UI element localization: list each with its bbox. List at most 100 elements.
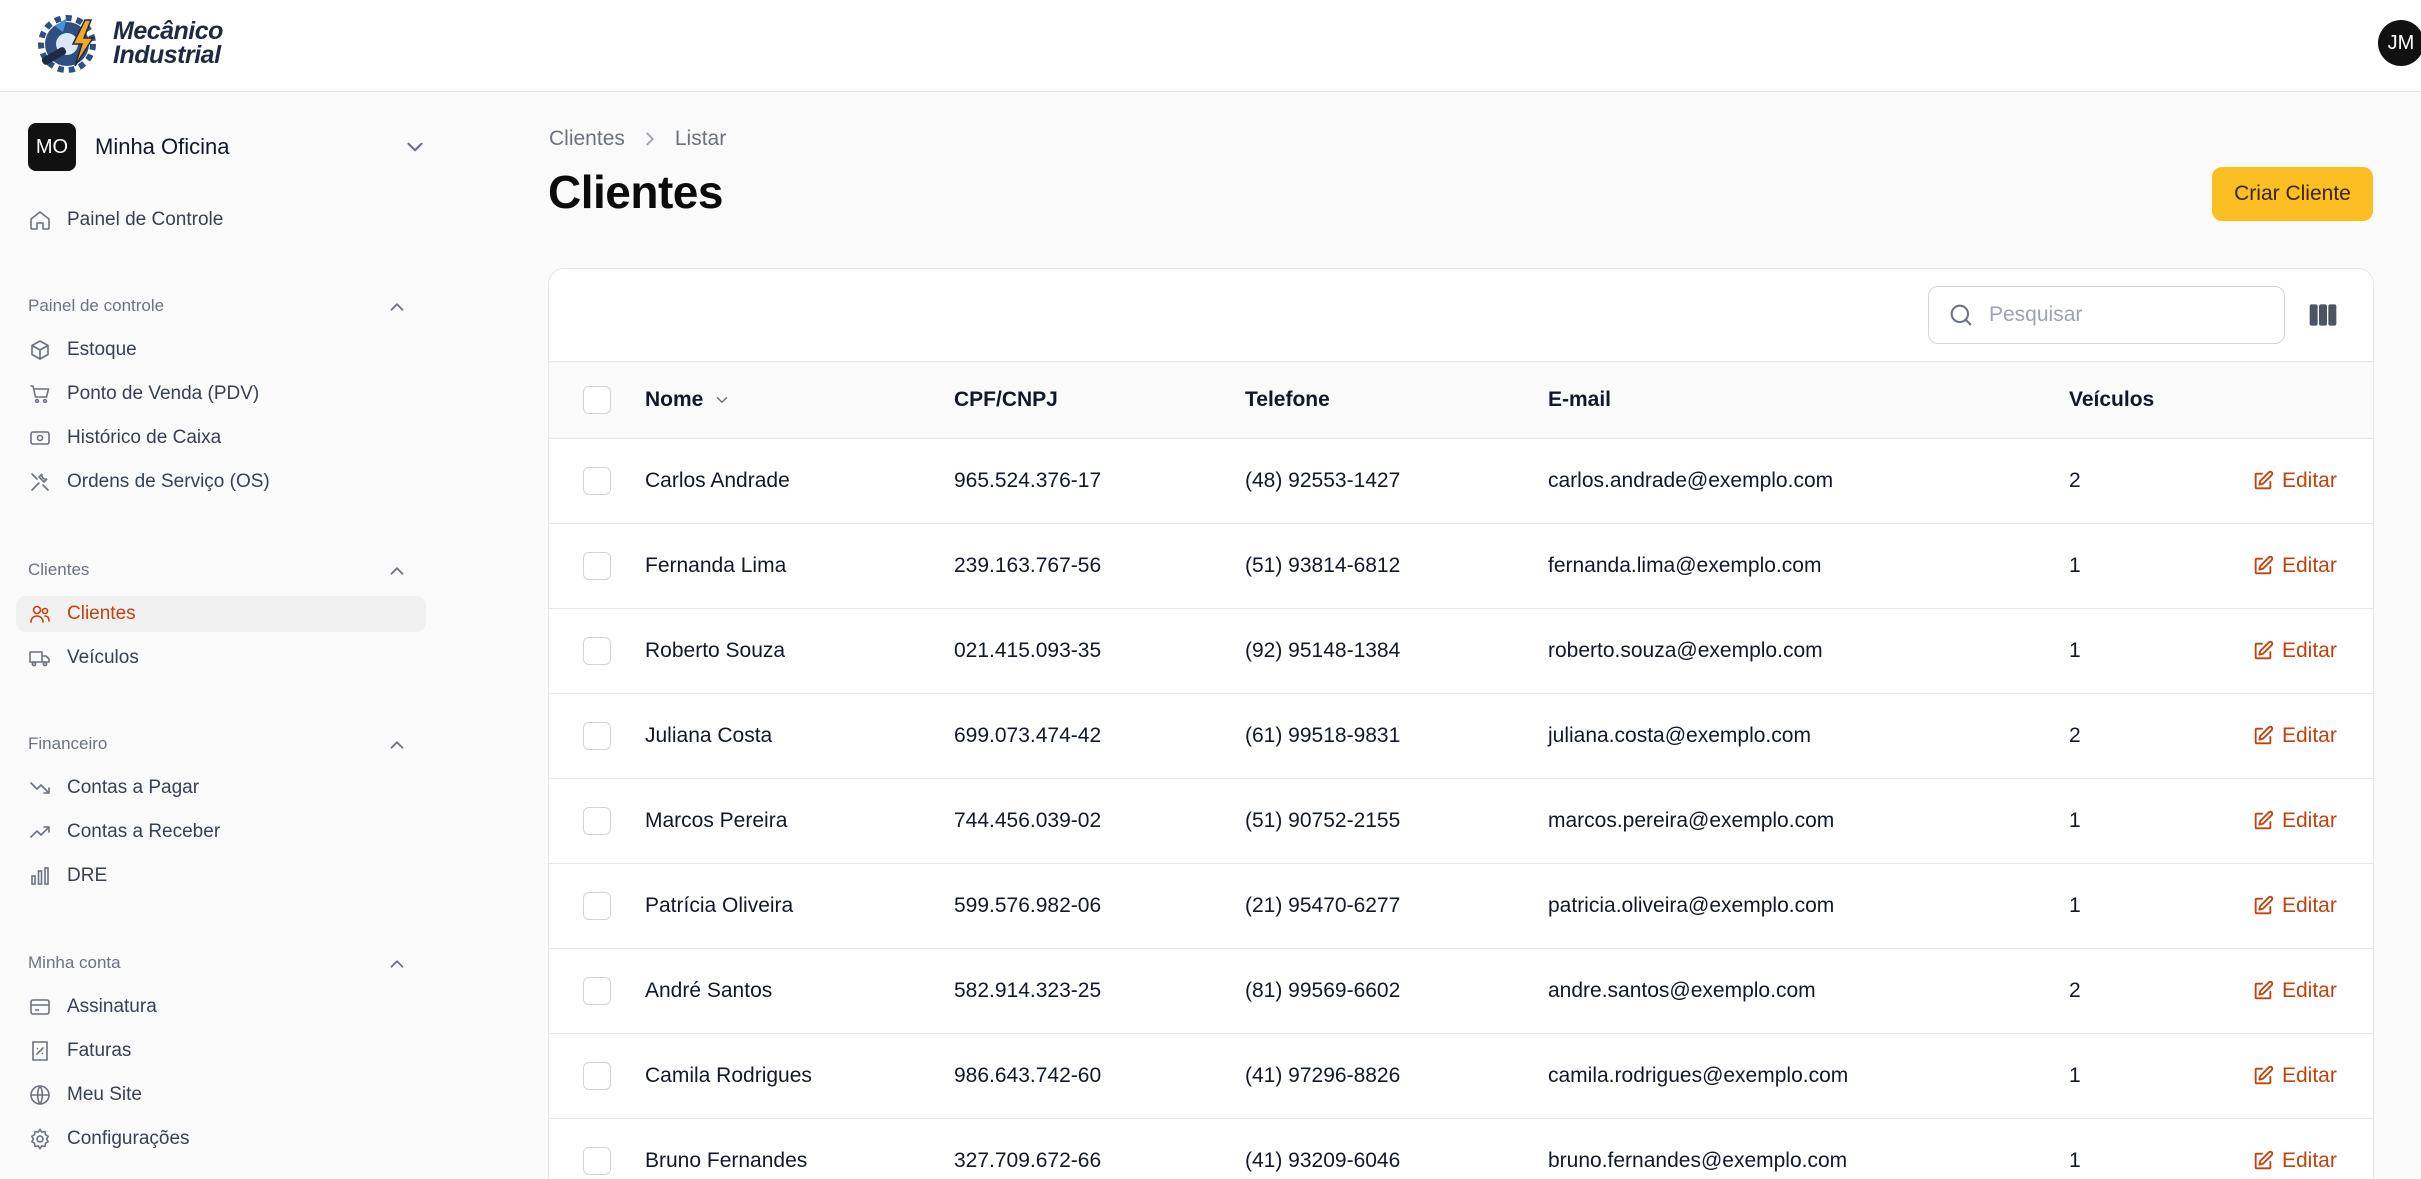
columns-toggle-icon[interactable] xyxy=(2307,299,2339,331)
sidebar-item-contas-receber[interactable]: Contas a Receber xyxy=(16,814,426,850)
sidebar-item-estoque[interactable]: Estoque xyxy=(16,332,426,368)
user-avatar[interactable]: JM xyxy=(2378,20,2421,66)
cell-cpf: 986.643.742-60 xyxy=(954,1064,1102,1087)
edit-label: Editar xyxy=(2282,469,2337,492)
sidebar-item-clientes[interactable]: Clientes xyxy=(16,596,426,632)
search-input[interactable] xyxy=(1989,303,2269,327)
org-switcher[interactable]: MO Minha Oficina xyxy=(28,122,428,172)
edit-icon xyxy=(2254,555,2274,575)
select-all-checkbox[interactable] xyxy=(583,386,611,414)
edit-label: Editar xyxy=(2282,894,2337,917)
row-checkbox[interactable] xyxy=(583,807,611,835)
row-checkbox[interactable] xyxy=(583,892,611,920)
chevron-down-icon xyxy=(717,397,728,404)
group-clientes[interactable]: Clientes xyxy=(28,560,408,580)
sidebar-item-dre[interactable]: DRE xyxy=(16,858,426,894)
group-minha-conta[interactable]: Minha conta xyxy=(28,953,408,973)
edit-button[interactable]: Editar xyxy=(2252,979,2337,1003)
table-row[interactable]: Roberto Souza 021.415.093-35 (92) 95148-… xyxy=(549,609,2373,694)
search-box[interactable] xyxy=(1928,286,2285,344)
table-row[interactable]: Marcos Pereira 744.456.039-02 (51) 90752… xyxy=(549,779,2373,864)
table-row[interactable]: Fernanda Lima 239.163.767-56 (51) 93814-… xyxy=(549,524,2373,609)
row-checkbox[interactable] xyxy=(583,467,611,495)
brand-line-2: Industrial xyxy=(113,41,221,69)
cell-veiculos: 2 xyxy=(2069,979,2081,1002)
table-row[interactable]: Bruno Fernandes 327.709.672-66 (41) 9320… xyxy=(549,1119,2373,1179)
cell-veiculos: 1 xyxy=(2069,809,2081,832)
row-checkbox[interactable] xyxy=(583,1147,611,1175)
column-header-cpf: CPF/CNPJ xyxy=(954,388,1058,411)
edit-button[interactable]: Editar xyxy=(2252,639,2337,663)
sidebar-item-historico-caixa[interactable]: Histórico de Caixa xyxy=(16,420,426,456)
cell-veiculos: 1 xyxy=(2069,1149,2081,1172)
edit-icon xyxy=(2254,725,2274,745)
users-icon xyxy=(30,605,50,623)
table-row[interactable]: Patrícia Oliveira 599.576.982-06 (21) 95… xyxy=(549,864,2373,949)
chevron-right-icon xyxy=(646,132,654,146)
cell-cpf: 744.456.039-02 xyxy=(954,809,1102,832)
table-row[interactable]: Camila Rodrigues 986.643.742-60 (41) 972… xyxy=(549,1034,2373,1119)
cell-telefone: (51) 90752-2155 xyxy=(1245,809,1401,832)
cell-telefone: (41) 97296-8826 xyxy=(1245,1064,1401,1087)
trending-up-icon xyxy=(30,826,50,838)
row-checkbox[interactable] xyxy=(583,1062,611,1090)
edit-button[interactable]: Editar xyxy=(2252,554,2337,578)
edit-button[interactable]: Editar xyxy=(2252,724,2337,748)
edit-button[interactable]: Editar xyxy=(2252,894,2337,918)
group-painel-de-controle[interactable]: Painel de controle xyxy=(28,296,408,316)
column-header-nome[interactable]: Nome xyxy=(645,388,731,412)
breadcrumb-item-clientes[interactable]: Clientes xyxy=(549,127,625,151)
create-client-button[interactable]: Criar Cliente xyxy=(2212,167,2373,221)
brand-name: Mecânico Industrial xyxy=(113,19,223,69)
globe-icon xyxy=(30,1085,50,1105)
group-financeiro[interactable]: Financeiro xyxy=(28,734,408,754)
sidebar-item-ordens-servico[interactable]: Ordens de Serviço (OS) xyxy=(16,464,426,500)
brand-logo[interactable]: Mecânico Industrial xyxy=(33,12,223,74)
edit-button[interactable]: Editar xyxy=(2252,809,2337,833)
cell-email: andre.santos@exemplo.com xyxy=(1548,979,1816,1002)
cell-email: juliana.costa@exemplo.com xyxy=(1548,724,1811,747)
cell-email: roberto.souza@exemplo.com xyxy=(1548,639,1823,662)
edit-label: Editar xyxy=(2282,1064,2337,1087)
receipt-icon xyxy=(32,1041,48,1061)
row-checkbox[interactable] xyxy=(583,722,611,750)
cell-email: fernanda.lima@exemplo.com xyxy=(1548,554,1822,577)
cell-cpf: 239.163.767-56 xyxy=(954,554,1102,577)
sidebar-item-configuracoes[interactable]: Configurações xyxy=(16,1121,426,1157)
sidebar-item-label: Contas a Receber xyxy=(67,821,221,842)
cell-nome: Carlos Andrade xyxy=(645,469,790,492)
group-label: Financeiro xyxy=(28,734,108,753)
edit-button[interactable]: Editar xyxy=(2252,1064,2337,1088)
table-row[interactable]: Juliana Costa 699.073.474-42 (61) 99518-… xyxy=(549,694,2373,779)
table-row[interactable]: André Santos 582.914.323-25 (81) 99569-6… xyxy=(549,949,2373,1034)
edit-button[interactable]: Editar xyxy=(2252,1149,2337,1173)
sidebar-item-contas-pagar[interactable]: Contas a Pagar xyxy=(16,770,426,806)
group-label: Painel de controle xyxy=(28,296,165,315)
chevron-up-icon xyxy=(390,566,404,575)
edit-label: Editar xyxy=(2282,554,2337,577)
row-checkbox[interactable] xyxy=(583,977,611,1005)
row-checkbox[interactable] xyxy=(583,637,611,665)
row-checkbox[interactable] xyxy=(583,552,611,580)
cell-cpf: 021.415.093-35 xyxy=(954,639,1102,662)
sidebar-item-label: Configurações xyxy=(67,1128,190,1149)
chevron-down-icon xyxy=(407,142,423,152)
cell-email: patricia.oliveira@exemplo.com xyxy=(1548,894,1835,917)
sidebar-item-faturas[interactable]: Faturas xyxy=(16,1033,426,1069)
group-label: Minha conta xyxy=(28,953,121,972)
tools-icon xyxy=(31,473,49,491)
sidebar-item-meu-site[interactable]: Meu Site xyxy=(16,1077,426,1113)
org-badge: MO xyxy=(28,123,76,171)
cell-cpf: 582.914.323-25 xyxy=(954,979,1102,1002)
edit-button[interactable]: Editar xyxy=(2252,469,2337,493)
edit-icon xyxy=(2254,980,2274,1000)
table-row[interactable]: Carlos Andrade 965.524.376-17 (48) 92553… xyxy=(549,439,2373,524)
cell-veiculos: 2 xyxy=(2069,724,2081,747)
sidebar-item-pdv[interactable]: Ponto de Venda (PDV) xyxy=(16,376,426,412)
sidebar-item-dashboard[interactable]: Painel de Controle xyxy=(16,202,426,238)
breadcrumb-item-listar: Listar xyxy=(674,127,727,150)
cell-nome: Patrícia Oliveira xyxy=(645,894,794,917)
sidebar-item-veiculos[interactable]: Veículos xyxy=(16,640,426,676)
sidebar-item-assinatura[interactable]: Assinatura xyxy=(16,989,426,1025)
cell-cpf: 327.709.672-66 xyxy=(954,1149,1102,1172)
